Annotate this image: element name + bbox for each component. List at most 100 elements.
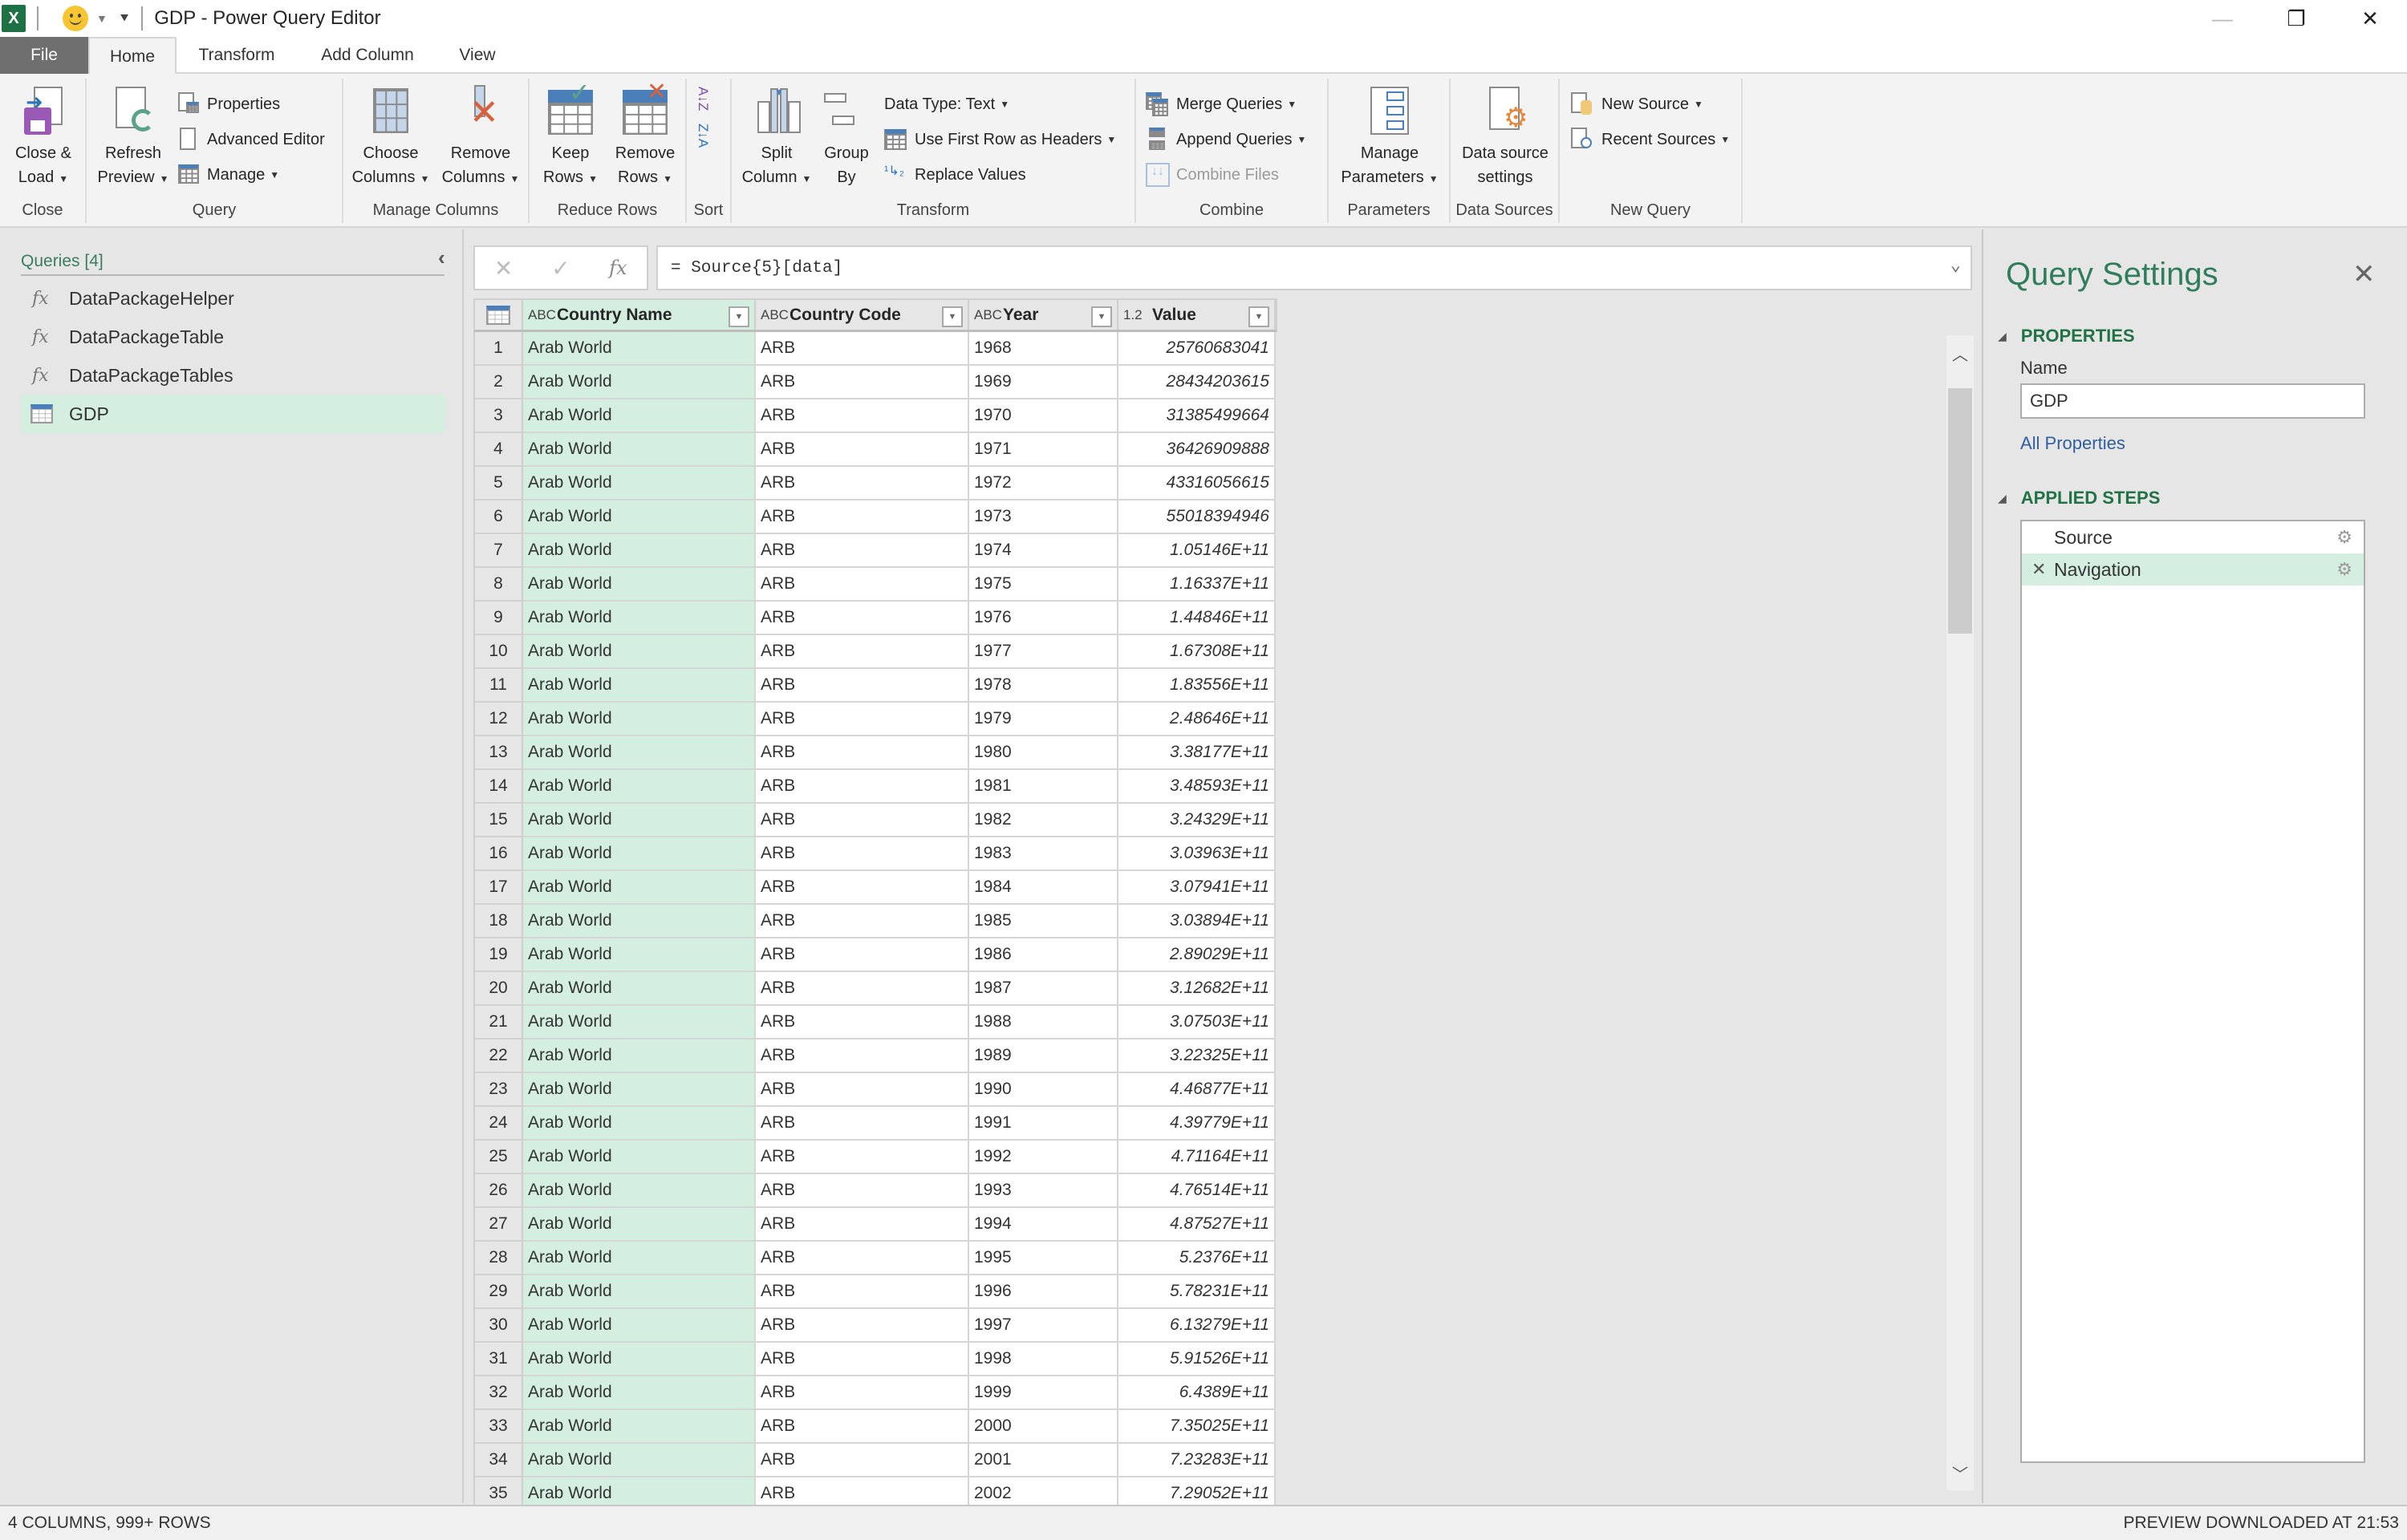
- commit-formula-icon[interactable]: ✓: [532, 255, 589, 282]
- cell-year[interactable]: 1985: [969, 905, 1118, 938]
- column-header-year[interactable]: ABC Year ▼: [969, 300, 1118, 330]
- row-number[interactable]: 15: [475, 804, 523, 837]
- split-column-button[interactable]: ▼ Split Column ▼: [737, 85, 817, 191]
- step-navigation[interactable]: ✕ Navigation ⚙: [2022, 553, 2364, 586]
- cell-year[interactable]: 1977: [969, 635, 1118, 669]
- formula-input[interactable]: = Source{5}[data] ⌄: [656, 245, 1972, 290]
- table-row[interactable]: 31 Arab World ARB 1998 5.91526E+11: [473, 1343, 1277, 1376]
- cell-country-name[interactable]: Arab World: [523, 1073, 756, 1107]
- cell-value[interactable]: 4.46877E+11: [1118, 1073, 1276, 1107]
- row-number[interactable]: 28: [475, 1242, 523, 1275]
- table-row[interactable]: 2 Arab World ARB 1969 28434203615: [473, 366, 1277, 399]
- row-number[interactable]: 9: [475, 602, 523, 635]
- step-settings-gear-icon[interactable]: ⚙: [2336, 527, 2352, 548]
- cell-value[interactable]: 6.4389E+11: [1118, 1376, 1276, 1410]
- cell-value[interactable]: 1.83556E+11: [1118, 669, 1276, 703]
- cell-country-name[interactable]: Arab World: [523, 635, 756, 669]
- cell-country-code[interactable]: ARB: [756, 1410, 969, 1444]
- column-header-country-name[interactable]: ABC Country Name ▼: [523, 300, 756, 330]
- cell-value[interactable]: 2.89029E+11: [1118, 938, 1276, 972]
- cell-country-name[interactable]: Arab World: [523, 332, 756, 366]
- table-row[interactable]: 10 Arab World ARB 1977 1.67308E+11: [473, 635, 1277, 669]
- cell-value[interactable]: 5.2376E+11: [1118, 1242, 1276, 1275]
- applied-steps-section-header[interactable]: ◢ APPLIED STEPS: [1998, 488, 2160, 509]
- cell-value[interactable]: 28434203615: [1118, 366, 1276, 399]
- vertical-scrollbar[interactable]: ︿ ﹀: [1946, 335, 1974, 1490]
- cell-country-name[interactable]: Arab World: [523, 602, 756, 635]
- cell-country-code[interactable]: ARB: [756, 669, 969, 703]
- tab-transform[interactable]: Transform: [193, 37, 281, 74]
- cell-value[interactable]: 3.48593E+11: [1118, 770, 1276, 804]
- use-first-row-as-headers-button[interactable]: Use First Row as Headers ▼: [884, 125, 1116, 154]
- cell-country-code[interactable]: ARB: [756, 1376, 969, 1410]
- cell-country-code[interactable]: ARB: [756, 602, 969, 635]
- cell-country-code[interactable]: ARB: [756, 534, 969, 568]
- cell-value[interactable]: 3.38177E+11: [1118, 736, 1276, 770]
- table-row[interactable]: 23 Arab World ARB 1990 4.46877E+11: [473, 1073, 1277, 1107]
- cell-country-name[interactable]: Arab World: [523, 1208, 756, 1242]
- row-number[interactable]: 23: [475, 1073, 523, 1107]
- cell-year[interactable]: 1971: [969, 433, 1118, 467]
- data-source-settings-button[interactable]: ⚙ Data source settings: [1455, 85, 1555, 189]
- cell-year[interactable]: 1981: [969, 770, 1118, 804]
- table-row[interactable]: 14 Arab World ARB 1981 3.48593E+11: [473, 770, 1277, 804]
- query-item-datapackagetables[interactable]: fx DataPackageTables: [21, 356, 444, 395]
- table-row[interactable]: 12 Arab World ARB 1979 2.48646E+11: [473, 703, 1277, 736]
- cell-year[interactable]: 1969: [969, 366, 1118, 399]
- query-item-datapackagetable[interactable]: fx DataPackageTable: [21, 318, 444, 356]
- cell-value[interactable]: 4.39779E+11: [1118, 1107, 1276, 1141]
- cell-year[interactable]: 1973: [969, 500, 1118, 534]
- row-number[interactable]: 10: [475, 635, 523, 669]
- table-row[interactable]: 21 Arab World ARB 1988 3.07503E+11: [473, 1006, 1277, 1040]
- cell-country-name[interactable]: Arab World: [523, 1275, 756, 1309]
- cell-country-name[interactable]: Arab World: [523, 804, 756, 837]
- cell-value[interactable]: 1.67308E+11: [1118, 635, 1276, 669]
- cell-value[interactable]: 3.07941E+11: [1118, 871, 1276, 905]
- cell-year[interactable]: 1968: [969, 332, 1118, 366]
- cell-country-code[interactable]: ARB: [756, 837, 969, 871]
- table-row[interactable]: 1 Arab World ARB 1968 25760683041: [473, 332, 1277, 366]
- step-settings-gear-icon[interactable]: ⚙: [2336, 559, 2352, 580]
- close-query-settings-icon[interactable]: ✕: [2352, 258, 2376, 290]
- group-by-button[interactable]: Group By: [818, 85, 875, 189]
- advanced-editor-button[interactable]: Advanced Editor: [177, 125, 325, 154]
- close-load-button[interactable]: ➜ Close & Load ▼: [8, 85, 79, 191]
- remove-columns-button[interactable]: ✕ Remove Columns ▼: [436, 85, 525, 191]
- row-number[interactable]: 19: [475, 938, 523, 972]
- cell-year[interactable]: 1989: [969, 1040, 1118, 1073]
- cell-country-name[interactable]: Arab World: [523, 938, 756, 972]
- cell-year[interactable]: 1986: [969, 938, 1118, 972]
- cell-country-code[interactable]: ARB: [756, 366, 969, 399]
- cell-country-name[interactable]: Arab World: [523, 1444, 756, 1477]
- cell-country-code[interactable]: ARB: [756, 871, 969, 905]
- table-row[interactable]: 34 Arab World ARB 2001 7.23283E+11: [473, 1444, 1277, 1477]
- cell-value[interactable]: 31385499664: [1118, 399, 1276, 433]
- cell-country-code[interactable]: ARB: [756, 1275, 969, 1309]
- collapse-triangle-icon[interactable]: ◢: [1998, 492, 2007, 505]
- append-queries-button[interactable]: Append Queries ▼: [1146, 125, 1306, 154]
- cell-value[interactable]: 4.87527E+11: [1118, 1208, 1276, 1242]
- cell-country-name[interactable]: Arab World: [523, 770, 756, 804]
- row-number[interactable]: 20: [475, 972, 523, 1006]
- row-number[interactable]: 12: [475, 703, 523, 736]
- cell-year[interactable]: 1980: [969, 736, 1118, 770]
- cell-value[interactable]: 3.03894E+11: [1118, 905, 1276, 938]
- row-number[interactable]: 17: [475, 871, 523, 905]
- cell-year[interactable]: 1987: [969, 972, 1118, 1006]
- row-number[interactable]: 11: [475, 669, 523, 703]
- column-filter-dropdown-icon[interactable]: ▼: [942, 306, 963, 327]
- cell-value[interactable]: 25760683041: [1118, 332, 1276, 366]
- scrollbar-thumb[interactable]: [1948, 388, 1972, 634]
- customize-quick-access-icon[interactable]: ⯆: [119, 10, 130, 27]
- cell-country-name[interactable]: Arab World: [523, 1006, 756, 1040]
- cell-country-code[interactable]: ARB: [756, 1174, 969, 1208]
- cell-country-name[interactable]: Arab World: [523, 669, 756, 703]
- cell-country-name[interactable]: Arab World: [523, 534, 756, 568]
- table-row[interactable]: 16 Arab World ARB 1983 3.03963E+11: [473, 837, 1277, 871]
- table-row[interactable]: 13 Arab World ARB 1980 3.38177E+11: [473, 736, 1277, 770]
- column-filter-dropdown-icon[interactable]: ▼: [729, 306, 749, 327]
- table-row[interactable]: 3 Arab World ARB 1970 31385499664: [473, 399, 1277, 433]
- cell-country-code[interactable]: ARB: [756, 905, 969, 938]
- cell-country-name[interactable]: Arab World: [523, 837, 756, 871]
- table-row[interactable]: 18 Arab World ARB 1985 3.03894E+11: [473, 905, 1277, 938]
